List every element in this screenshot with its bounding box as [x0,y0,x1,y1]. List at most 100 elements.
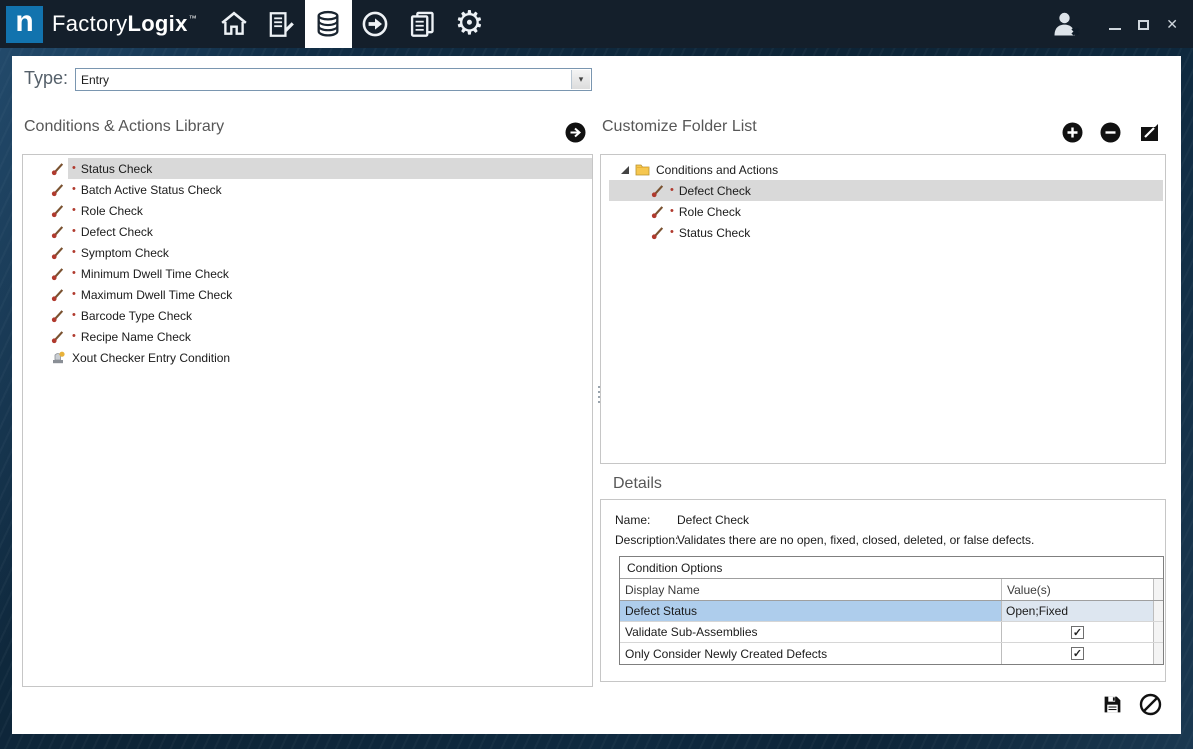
library-item-label: Maximum Dwell Time Check [81,288,232,302]
tree-children: • Defect Check • Role Check • Status Che… [601,180,1165,243]
option-value: Open;Fixed ✓ [1002,601,1153,621]
tree-root-label: Conditions and Actions [656,163,778,177]
library-item-label: Role Check [81,204,143,218]
library-item-label: Batch Active Status Check [81,183,222,197]
folder-item-label: Defect Check [679,184,751,198]
scrollbar-track [1153,601,1163,621]
library-item[interactable]: • Recipe Name Check [23,326,592,347]
condition-icon [51,183,65,197]
library-item-label: Minimum Dwell Time Check [81,267,229,281]
move-to-folder-button[interactable] [565,122,586,143]
user-account-icon[interactable] [1051,10,1082,42]
remove-folder-button[interactable] [1100,122,1121,143]
bullet-icon: • [72,205,76,216]
bullet-icon: • [72,226,76,237]
condition-icon [651,184,665,198]
bullet-icon: • [72,289,76,300]
library-item-label: Barcode Type Check [81,309,192,323]
option-value-text: Open;Fixed [1006,604,1068,618]
library-item[interactable]: • Role Check [23,200,592,221]
titlebar: n FactoryLogix™ [0,0,1193,48]
condition-icon [51,267,65,281]
option-row[interactable]: Validate Sub-Assemblies ✓ [620,622,1163,643]
type-label: Type: [24,68,68,89]
condition-icon [51,288,65,302]
scrollbar-track [1153,579,1163,600]
scrollbar-track [1153,622,1163,642]
bullet-icon: • [670,206,674,217]
bullet-icon: • [72,163,76,174]
close-button[interactable]: ✕ [1166,17,1178,31]
add-folder-button[interactable] [1062,122,1083,143]
library-item-label: Xout Checker Entry Condition [72,351,230,365]
folder-item[interactable]: • Role Check [609,201,1163,222]
options-rows: Defect Status Open;Fixed ✓ Validate Sub-… [620,601,1163,664]
option-row[interactable]: Only Consider Newly Created Defects ✓ [620,643,1163,664]
save-button[interactable] [1102,694,1123,720]
tree-root-folder[interactable]: Conditions and Actions [601,159,1165,180]
nav-documents-icon[interactable] [399,0,446,48]
library-title: Conditions & Actions Library [24,118,224,136]
condition-icon [51,246,65,260]
cancel-button[interactable] [1139,693,1162,721]
column-values: Value(s) [1002,579,1153,600]
library-item[interactable]: • Minimum Dwell Time Check [23,263,592,284]
nav-home-icon[interactable] [211,0,258,48]
bullet-icon: • [72,331,76,342]
scrollbar-track [1153,643,1163,664]
logo-letter: n [15,7,33,37]
app-logo: n [6,6,43,43]
nav-database-icon[interactable] [305,0,352,48]
checkbox[interactable]: ✓ [1071,626,1084,639]
bullet-icon: • [72,310,76,321]
name-value: Defect Check [677,513,749,527]
nav-settings-gear-icon[interactable]: ⚙ [446,0,493,48]
window-controls: ✕ [1051,8,1193,40]
library-item[interactable]: • Symptom Check [23,242,592,263]
bullet-icon: • [72,247,76,258]
edit-folder-button[interactable] [1138,121,1161,144]
bullet-icon: • [72,268,76,279]
condition-icon [51,309,65,323]
option-name: Only Consider Newly Created Defects [620,643,1002,664]
bullet-icon: • [670,185,674,196]
brand-wordmark: FactoryLogix™ [52,11,197,37]
option-row[interactable]: Defect Status Open;Fixed ✓ [620,601,1163,622]
maximize-button[interactable] [1138,20,1149,30]
description-label: Description: [615,533,677,547]
library-item-label: Recipe Name Check [81,330,191,344]
folder-item[interactable]: • Status Check [609,222,1163,243]
condition-options-table: Condition Options Display Name Value(s) … [619,556,1164,665]
checkbox[interactable]: ✓ [1071,647,1084,660]
library-item-label: Status Check [81,162,152,176]
main-nav: ⚙ [211,0,493,48]
nav-worksheet-icon[interactable] [258,0,305,48]
folder-item[interactable]: • Defect Check [609,180,1163,201]
library-item[interactable]: • Status Check [23,158,592,179]
library-item[interactable]: • Defect Check [23,221,592,242]
minimize-button[interactable] [1109,19,1121,30]
folder-item-label: Role Check [679,205,741,219]
option-name: Validate Sub-Assemblies [620,622,1002,642]
nav-dispatch-icon[interactable] [352,0,399,48]
type-dropdown[interactable]: Entry ▾ [75,68,592,91]
options-table-title: Condition Options [620,557,1163,579]
content-panel: Type: Entry ▾ Conditions & Actions Libra… [12,56,1181,734]
folder-tree: Conditions and Actions • Defect Check • … [600,154,1166,464]
column-display-name: Display Name [620,579,1002,600]
bullet-icon: • [670,227,674,238]
library-list: • Status Check • Batch Active Status Che… [22,154,593,687]
folder-list-title: Customize Folder List [602,118,757,136]
library-item[interactable]: • Batch Active Status Check [23,179,592,200]
library-item[interactable]: • Maximum Dwell Time Check [23,284,592,305]
library-item[interactable]: • Barcode Type Check [23,305,592,326]
dropdown-arrow-icon: ▾ [571,70,590,89]
library-item[interactable]: • Xout Checker Entry Condition [23,347,592,368]
bullet-icon: • [72,184,76,195]
details-title: Details [613,475,662,493]
expander-icon[interactable] [621,166,629,174]
name-label: Name: [615,513,677,527]
condition-icon [51,162,65,176]
library-item-label: Defect Check [81,225,153,239]
condition-icon [51,225,65,239]
